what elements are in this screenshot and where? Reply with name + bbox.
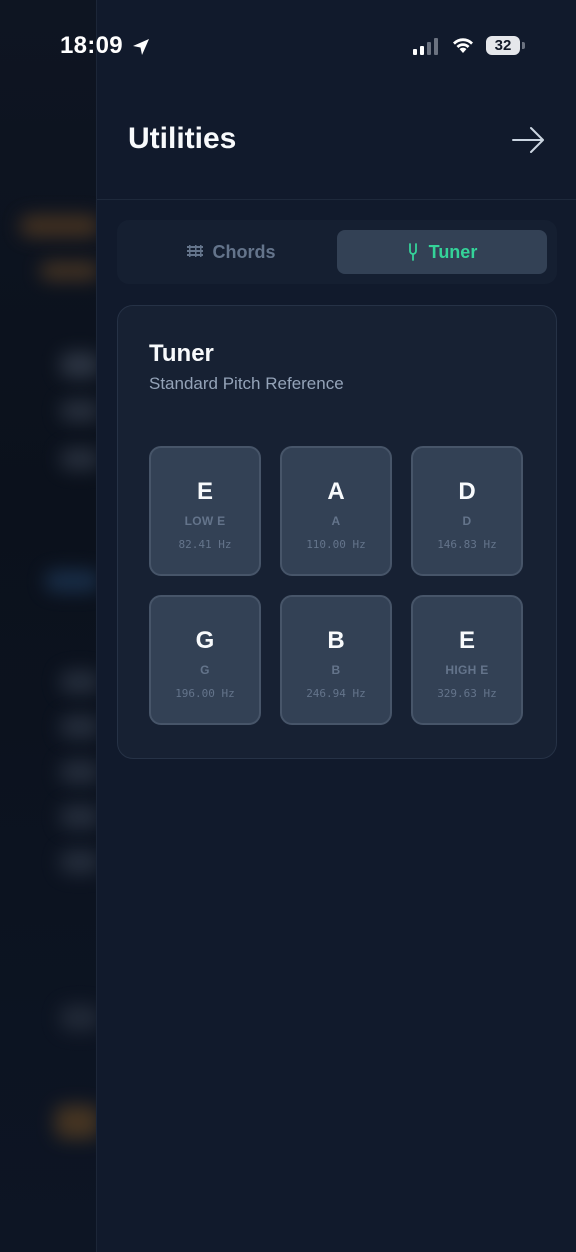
string-note: D — [458, 478, 476, 505]
string-frequency: 82.41 Hz — [178, 538, 232, 551]
location-arrow-icon — [133, 39, 149, 55]
string-button-high-e[interactable]: E HIGH E 329.63 Hz — [411, 595, 523, 725]
close-drawer-button[interactable] — [507, 118, 551, 162]
status-time: 18:09 — [60, 32, 123, 59]
tuning-fork-icon — [408, 243, 417, 261]
tuner-card: Tuner Standard Pitch Reference E LOW E 8… — [117, 305, 557, 759]
string-button-b[interactable]: B B 246.94 Hz — [280, 595, 392, 725]
string-name: B — [331, 663, 341, 677]
string-note: E — [458, 627, 475, 654]
tuner-title: Tuner — [149, 340, 214, 367]
string-frequency: 196.00 Hz — [175, 687, 235, 700]
signal-icon — [413, 38, 438, 55]
background-app-blurred — [0, 0, 96, 1252]
arrow-right-icon — [512, 127, 544, 153]
utility-tabs: Chords Tuner — [117, 220, 557, 284]
string-name: A — [331, 514, 341, 528]
tab-chords-label: Chords — [212, 241, 276, 262]
string-note: G — [195, 627, 215, 654]
tab-tuner-label: Tuner — [428, 241, 478, 262]
chord-chart-icon — [186, 245, 203, 257]
battery-icon: 32 — [486, 36, 520, 55]
status-bar: 18:09 32 — [0, 0, 576, 92]
drawer-header: Utilities — [97, 92, 576, 200]
string-frequency: 146.83 Hz — [437, 538, 497, 551]
utilities-drawer: Utilities Chords Tuner Tuner Standard Pi… — [96, 0, 576, 1252]
string-button-g[interactable]: G G 196.00 Hz — [149, 595, 261, 725]
string-button-d[interactable]: D D 146.83 Hz — [411, 446, 523, 576]
drawer-title: Utilities — [128, 122, 237, 155]
string-frequency: 110.00 Hz — [306, 538, 366, 551]
wifi-icon — [453, 38, 473, 53]
battery-tip — [522, 42, 525, 49]
string-name: D — [462, 514, 472, 528]
string-frequency: 329.63 Hz — [437, 687, 497, 700]
string-grid: E LOW E 82.41 Hz A A 110.00 Hz D D 146.8… — [149, 446, 526, 729]
string-note: A — [327, 478, 345, 505]
tab-chords[interactable]: Chords — [127, 230, 335, 274]
string-note: E — [196, 478, 213, 505]
string-frequency: 246.94 Hz — [306, 687, 366, 700]
string-button-a[interactable]: A A 110.00 Hz — [280, 446, 392, 576]
tab-tuner[interactable]: Tuner — [337, 230, 547, 274]
string-name: HIGH E — [445, 663, 489, 677]
string-button-low-e[interactable]: E LOW E 82.41 Hz — [149, 446, 261, 576]
tuner-subtitle: Standard Pitch Reference — [149, 374, 344, 393]
string-note: B — [327, 627, 345, 654]
string-name: G — [200, 663, 210, 677]
string-name: LOW E — [184, 514, 226, 528]
